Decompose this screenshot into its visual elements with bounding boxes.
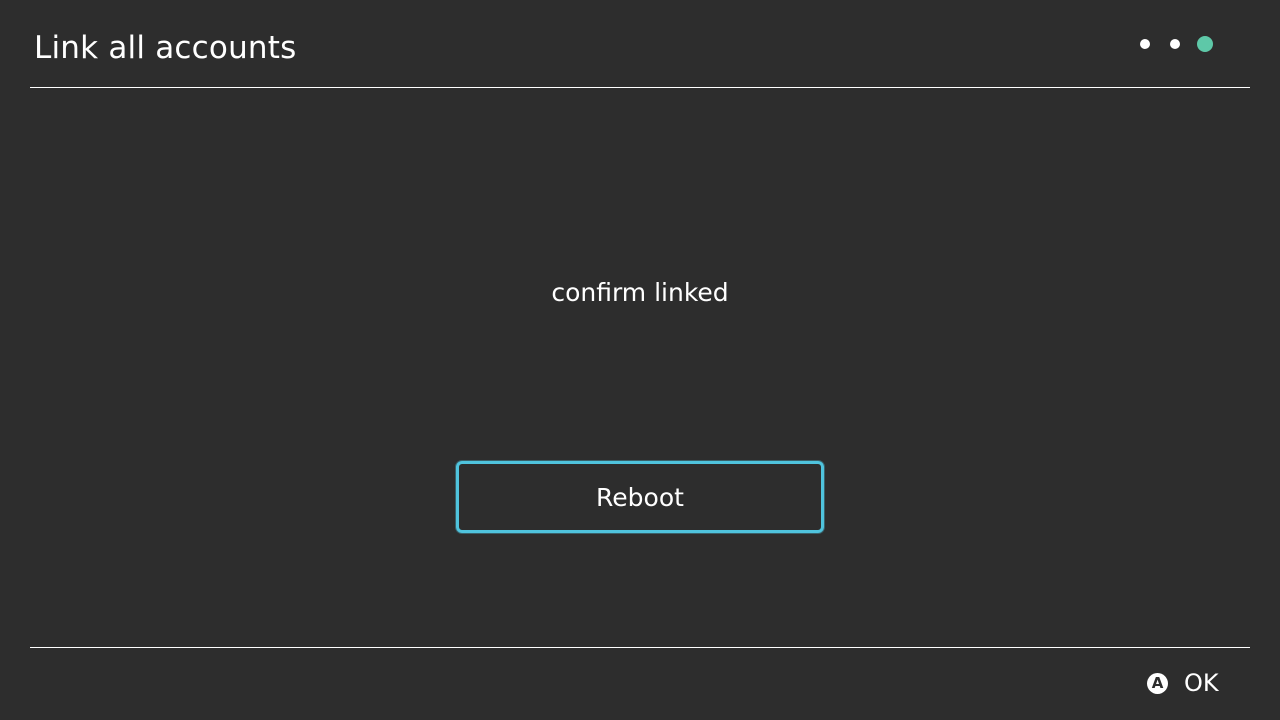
a-button-icon: A [1147,672,1168,694]
page-title: Link all accounts [34,30,297,66]
step-dot-1 [1140,39,1150,49]
status-message: confirm linked [551,278,729,307]
footer-divider [30,647,1250,648]
header-divider [30,87,1250,88]
reboot-button-label: Reboot [596,482,684,512]
step-indicator [1130,36,1220,52]
step-dot-3-active [1197,36,1213,52]
ok-action[interactable]: A OK [1147,666,1219,700]
ok-label: OK [1184,669,1219,697]
screen: Link all accounts confirm linked Reboot … [0,0,1280,720]
step-dot-2 [1170,39,1180,49]
reboot-button[interactable]: Reboot [456,461,824,533]
